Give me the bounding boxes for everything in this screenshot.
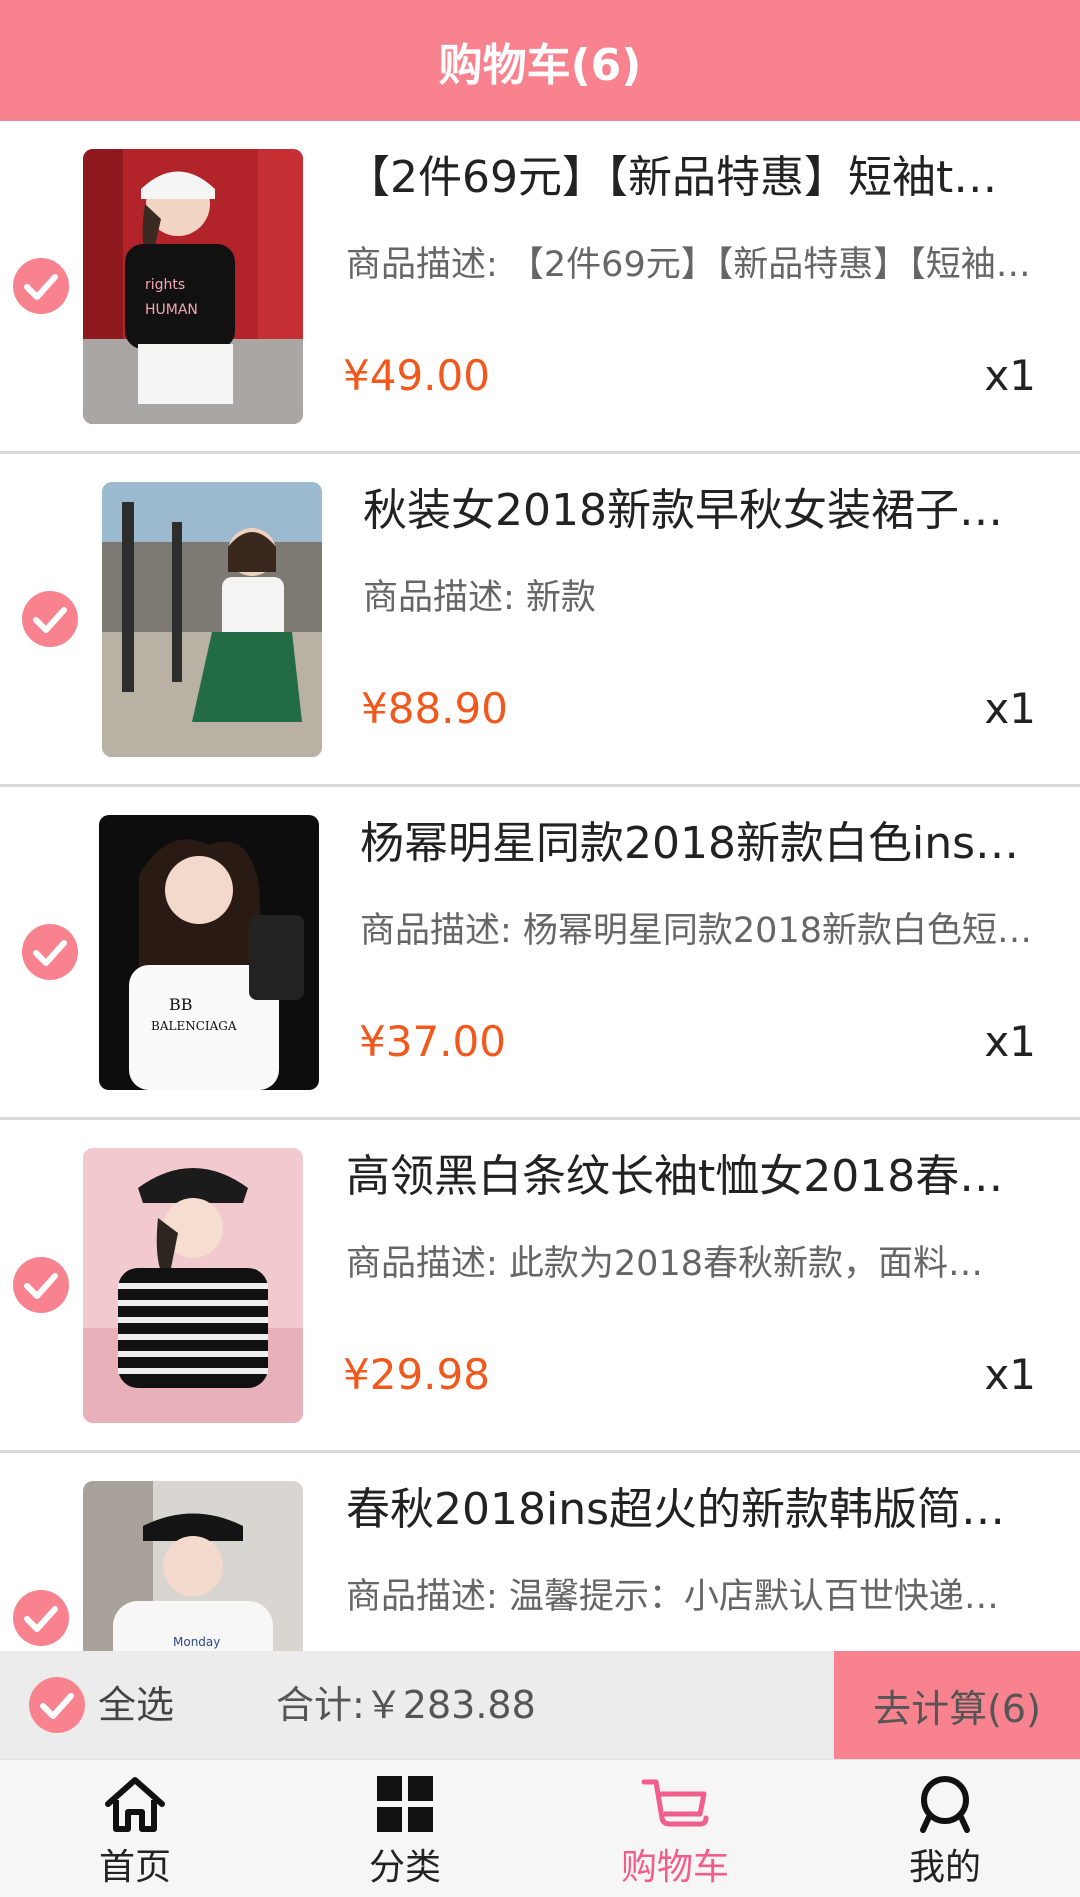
item-quantity: x1 <box>984 684 1036 733</box>
tab-cart-label: 购物车 <box>620 1847 729 1888</box>
item-quantity: x1 <box>984 1017 1036 1066</box>
item-description: 商品描述: 此款为2018春秋新款，面料舒适柔软 <box>346 1244 1016 1284</box>
svg-text:rights: rights <box>145 277 185 293</box>
item-checkbox[interactable] <box>13 1257 69 1313</box>
grid-icon <box>377 1776 433 1832</box>
item-title[interactable]: 【2件69元】【新品特惠】短袖t恤女夏季新款韩版宽松印花上衣 <box>346 141 1036 205</box>
item-title[interactable]: 杨幂明星同款2018新款白色ins超火短袖t恤女 <box>360 807 1020 871</box>
item-price: ¥49.00 <box>343 351 490 400</box>
item-description: 商品描述: 杨幂明星同款2018新款白色短袖t恤 <box>360 911 1040 951</box>
tab-profile[interactable]: 我的 <box>810 1760 1080 1897</box>
select-all-label[interactable]: 全选 <box>98 1651 174 1759</box>
svg-text:HUMAN: HUMAN <box>145 302 198 318</box>
tab-profile-label: 我的 <box>908 1847 981 1888</box>
user-icon <box>920 1776 970 1833</box>
item-description: 商品描述: 【2件69元】【新品特惠】【短袖t恤女】 <box>346 245 1036 285</box>
product-image[interactable]: Monday <box>83 1481 303 1651</box>
item-quantity: x1 <box>984 351 1036 400</box>
total-amount: 合计:￥283.88 <box>276 1683 536 1727</box>
cart-item[interactable]: 高领黑白条纹长袖t恤女2018春秋新款打底衫 商品描述: 此款为2018春秋新款… <box>0 1120 1080 1453</box>
item-checkbox[interactable] <box>22 924 78 980</box>
product-image[interactable]: rights HUMAN <box>83 149 303 424</box>
checkout-button[interactable]: 去计算(6) <box>834 1651 1080 1759</box>
check-icon <box>33 607 67 633</box>
check-icon <box>33 940 67 966</box>
product-image[interactable] <box>102 482 322 757</box>
tab-home-label: 首页 <box>98 1847 171 1888</box>
checkout-bar: 全选 合计:￥283.88 去计算(6) <box>0 1651 1080 1759</box>
select-all-checkbox[interactable] <box>29 1677 85 1733</box>
svg-text:BALENCIAGA: BALENCIAGA <box>151 1019 237 1033</box>
item-title[interactable]: 春秋2018ins超火的新款韩版简约卫衣女 <box>346 1473 1016 1537</box>
cart-item[interactable]: Monday 春秋2018ins超火的新款韩版简约卫衣女 商品描述: 温馨提示：… <box>0 1453 1080 1651</box>
bottom-tab-bar: 首页 分类 购物车 我的 <box>0 1759 1080 1897</box>
check-icon <box>40 1693 74 1719</box>
item-title[interactable]: 秋装女2018新款早秋女装裙子两件套 <box>363 474 1023 538</box>
home-icon <box>105 1777 165 1832</box>
item-description: 商品描述: 新款 <box>363 578 596 618</box>
item-price: ¥29.98 <box>343 1350 490 1399</box>
item-title[interactable]: 高领黑白条纹长袖t恤女2018春秋新款打底衫 <box>346 1140 1016 1204</box>
cart-item[interactable]: rights HUMAN 【2件69元】【新品特惠】短袖t恤女夏季新款韩版宽松印… <box>0 121 1080 454</box>
tab-home[interactable]: 首页 <box>0 1760 270 1897</box>
cart-item[interactable]: BB BALENCIAGA 杨幂明星同款2018新款白色ins超火短袖t恤女 商… <box>0 787 1080 1120</box>
item-checkbox[interactable] <box>22 591 78 647</box>
check-icon <box>24 274 58 300</box>
svg-text:BB: BB <box>169 995 193 1014</box>
cart-icon <box>641 1779 709 1827</box>
cart-item[interactable]: 秋装女2018新款早秋女装裙子两件套 商品描述: 新款 ¥88.90 x1 <box>0 454 1080 787</box>
tab-category[interactable]: 分类 <box>270 1760 540 1897</box>
page-title: 购物车(6) <box>438 39 642 91</box>
item-checkbox[interactable] <box>13 1590 69 1646</box>
tab-cart[interactable]: 购物车 <box>540 1760 810 1897</box>
tab-category-label: 分类 <box>368 1847 441 1888</box>
item-checkbox[interactable] <box>13 258 69 314</box>
check-icon <box>24 1606 58 1632</box>
item-description: 商品描述: 温馨提示：小店默认百世快递发货 <box>346 1577 1016 1617</box>
check-icon <box>24 1273 58 1299</box>
item-quantity: x1 <box>984 1350 1036 1399</box>
svg-text:Monday: Monday <box>173 1635 220 1649</box>
item-price: ¥37.00 <box>359 1017 506 1066</box>
item-price: ¥88.90 <box>361 684 508 733</box>
page-header: 购物车(6) <box>0 0 1080 121</box>
product-image[interactable] <box>83 1148 303 1423</box>
cart-list[interactable]: rights HUMAN 【2件69元】【新品特惠】短袖t恤女夏季新款韩版宽松印… <box>0 121 1080 1651</box>
product-image[interactable]: BB BALENCIAGA <box>99 815 319 1090</box>
